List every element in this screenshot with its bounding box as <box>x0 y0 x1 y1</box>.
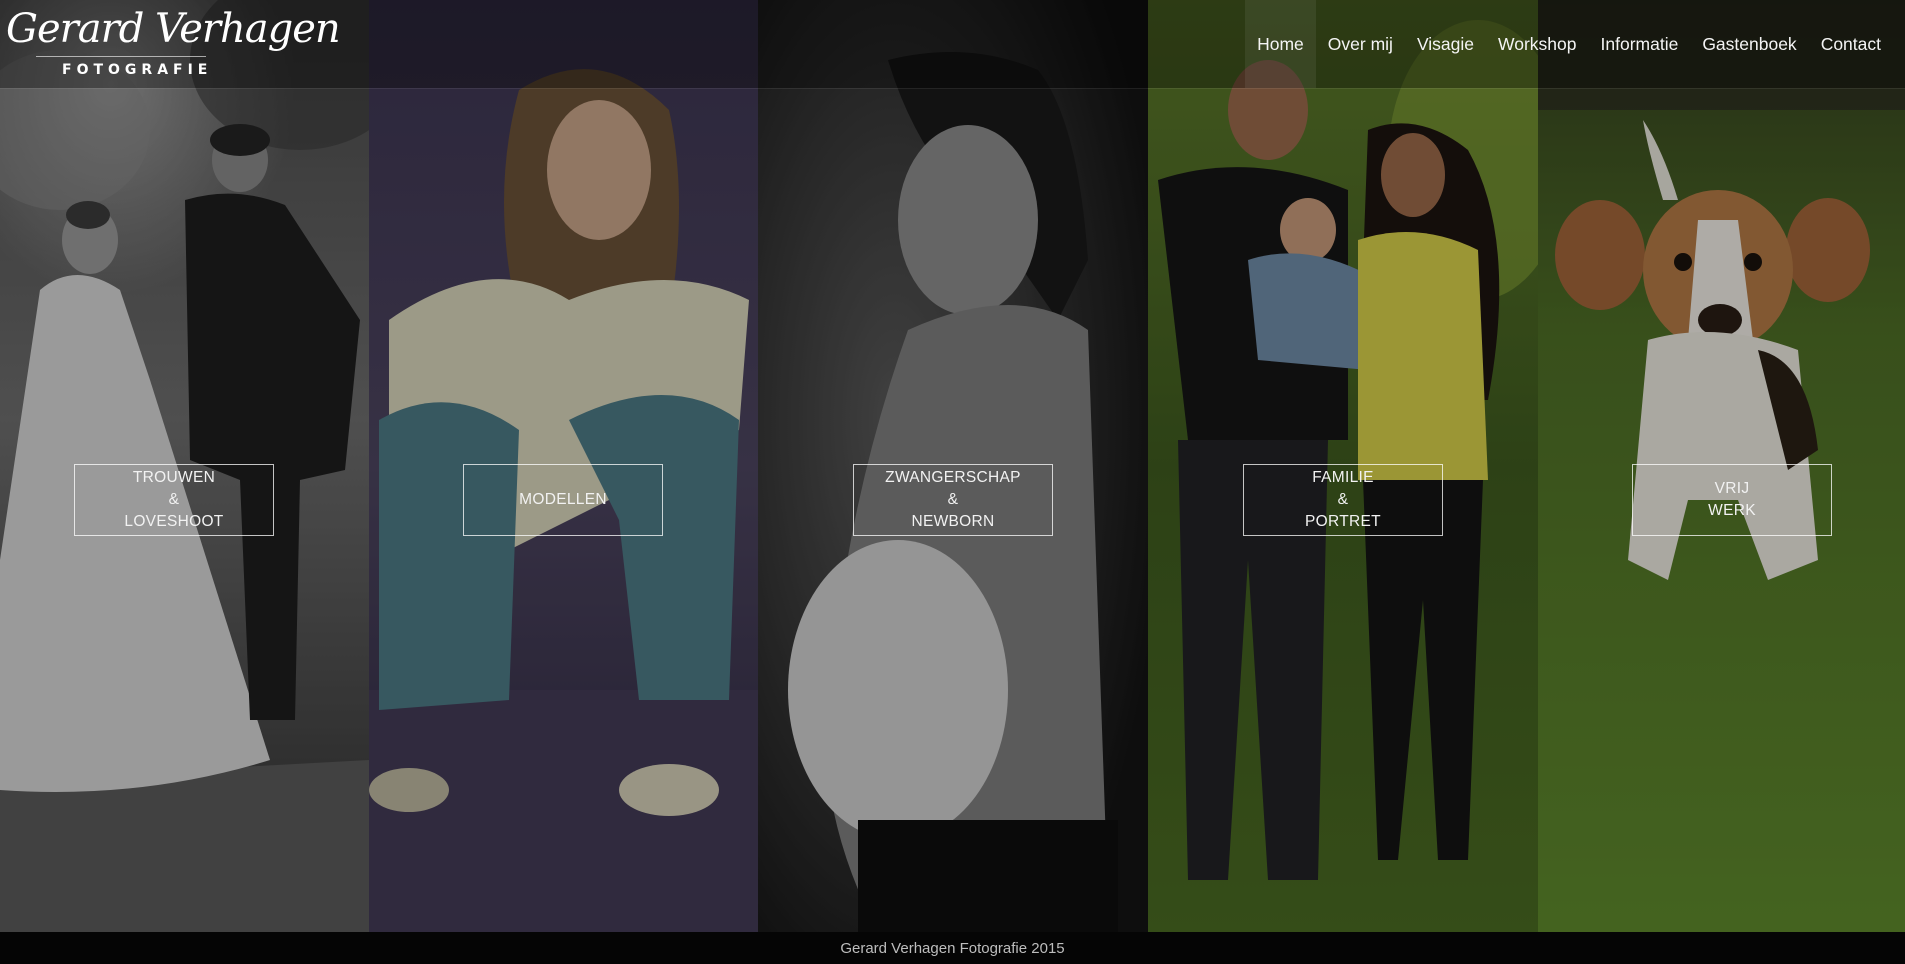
nav-home[interactable]: Home <box>1245 0 1316 88</box>
footer-copyright: Gerard Verhagen Fotografie 2015 <box>840 939 1065 957</box>
label-line: NEWBORN <box>911 513 995 530</box>
nav-informatie[interactable]: Informatie <box>1589 0 1691 88</box>
nav-contact[interactable]: Contact <box>1809 0 1893 88</box>
label-line: & <box>1337 491 1349 508</box>
label-line: VRIJ <box>1714 480 1750 497</box>
label-line: FAMILIE <box>1312 469 1374 486</box>
site-logo[interactable]: Gerard Verhagen FOTOGRAFIE <box>6 6 341 80</box>
panel-label-vrij-werk[interactable]: VRIJ WERK <box>1632 464 1832 536</box>
panel-label-familie[interactable]: FAMILIE & PORTRET <box>1243 464 1443 536</box>
panel-familie-portret[interactable]: FAMILIE & PORTRET <box>1148 0 1538 932</box>
nav-over-mij[interactable]: Over mij <box>1316 0 1405 88</box>
panel-vrij-werk[interactable]: VRIJ WERK <box>1538 0 1905 932</box>
label-line: MODELLEN <box>519 491 607 508</box>
label-line: PORTRET <box>1305 513 1381 530</box>
logo-subtitle: FOTOGRAFIE <box>62 62 213 78</box>
panel-label-trouwen[interactable]: TROUWEN & LOVESHOOT <box>74 464 274 536</box>
nav-gastenboek[interactable]: Gastenboek <box>1690 0 1808 88</box>
site-header: Gerard Verhagen FOTOGRAFIE Home Over mij… <box>0 0 1905 88</box>
label-line: ZWANGERSCHAP <box>885 469 1021 486</box>
panel-trouwen-loveshoot[interactable]: TROUWEN & LOVESHOOT <box>0 0 369 932</box>
panel-label-modellen[interactable]: MODELLEN <box>463 464 663 536</box>
label-line: WERK <box>1708 502 1756 519</box>
label-line: TROUWEN <box>132 469 216 486</box>
category-panels: TROUWEN & LOVESHOOT MODELLEN ZWANGERSCHA… <box>0 0 1905 932</box>
main-nav: Home Over mij Visagie Workshop Informati… <box>1245 0 1893 88</box>
header-divider <box>0 88 1905 89</box>
logo-divider <box>36 56 206 57</box>
logo-script-text: Gerard Verhagen <box>6 6 341 52</box>
panel-modellen[interactable]: MODELLEN <box>369 0 758 932</box>
site-footer: Gerard Verhagen Fotografie 2015 <box>0 932 1905 964</box>
nav-visagie[interactable]: Visagie <box>1405 0 1486 88</box>
panel-zwangerschap-newborn[interactable]: ZWANGERSCHAP & NEWBORN <box>758 0 1148 932</box>
label-line: & <box>947 491 959 508</box>
panel-label-zwangerschap[interactable]: ZWANGERSCHAP & NEWBORN <box>853 464 1053 536</box>
label-line: LOVESHOOT <box>124 513 224 530</box>
nav-workshop[interactable]: Workshop <box>1486 0 1588 88</box>
label-line: & <box>168 491 180 508</box>
